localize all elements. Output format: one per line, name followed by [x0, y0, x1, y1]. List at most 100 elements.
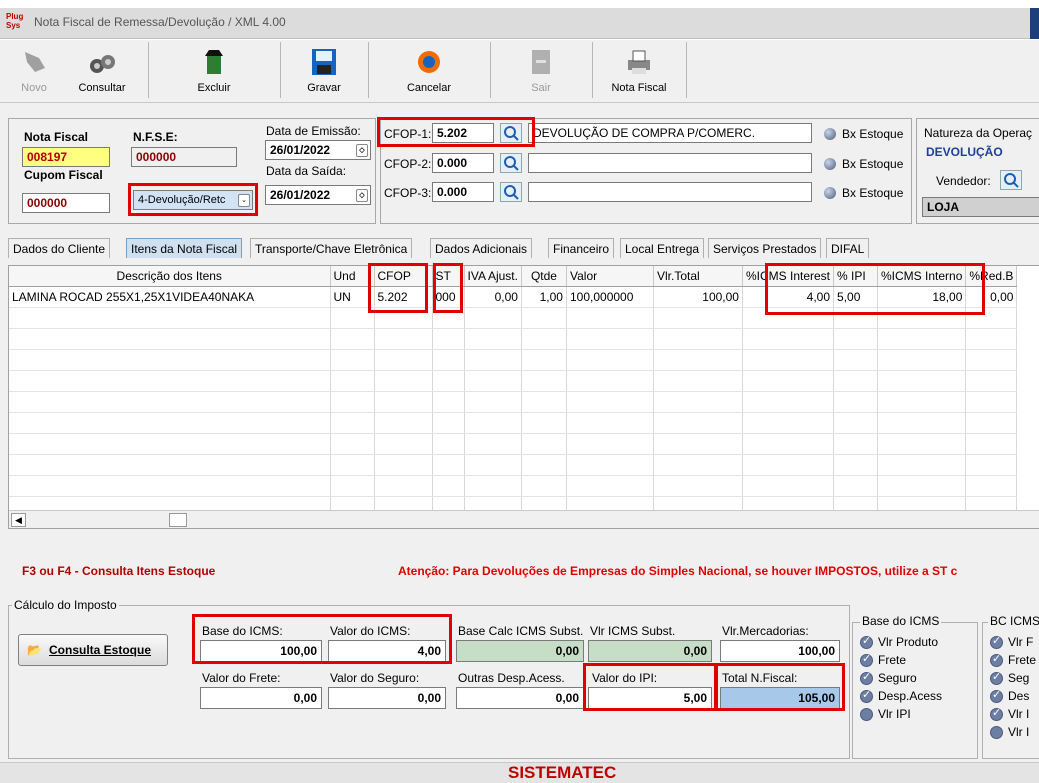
- valor-icms-field[interactable]: 4,00: [328, 640, 446, 662]
- col-header[interactable]: CFOP: [374, 266, 433, 287]
- consulta-estoque-button[interactable]: 📂 Consulta Estoque: [18, 634, 168, 666]
- search-icon[interactable]: [500, 153, 522, 173]
- search-icon[interactable]: [500, 182, 522, 202]
- excluir-button[interactable]: Excluir: [148, 42, 281, 98]
- col-header[interactable]: %ICMS Interno: [877, 266, 967, 287]
- cell[interactable]: 4,00: [742, 286, 835, 308]
- total-nf-field[interactable]: 105,00: [720, 687, 840, 709]
- col-header[interactable]: Vlr.Total: [653, 266, 743, 287]
- cell[interactable]: 18,00: [877, 286, 967, 308]
- tab-financeiro[interactable]: Financeiro: [548, 238, 615, 258]
- outras-desp-field[interactable]: 0,00: [456, 687, 584, 709]
- seguro-check-label: Seguro: [878, 671, 917, 685]
- horizontal-scrollbar[interactable]: ◀: [9, 510, 1039, 528]
- table-row-empty[interactable]: [9, 328, 1018, 350]
- cell[interactable]: 5,00: [833, 286, 879, 308]
- base-subst-field[interactable]: 0,00: [456, 640, 584, 662]
- frete-checkbox[interactable]: [860, 652, 873, 667]
- table-row[interactable]: LAMINA ROCAD 255X1,25X1VIDEA40NAKA UN 5.…: [9, 286, 1018, 308]
- desp-acess-checkbox[interactable]: [860, 688, 873, 703]
- tab-servicos-prestados[interactable]: Serviços Prestados: [708, 238, 822, 258]
- cancelar-button[interactable]: Cancelar: [368, 42, 491, 98]
- nota-fiscal-field[interactable]: 008197: [22, 147, 110, 167]
- col-header[interactable]: Descrição dos Itens: [9, 266, 331, 287]
- total-nf-label: Total N.Fiscal:: [722, 671, 798, 685]
- col-header[interactable]: % IPI: [833, 266, 879, 287]
- tab-itens-nota-fiscal[interactable]: Itens da Nota Fiscal: [126, 238, 243, 258]
- frete-field[interactable]: 0,00: [200, 687, 322, 709]
- bx-estoque-1-radio[interactable]: [824, 128, 836, 140]
- consultar-button[interactable]: Consultar: [56, 42, 149, 98]
- sair-button[interactable]: Sair: [490, 42, 593, 98]
- scroll-left-icon[interactable]: ◀: [11, 513, 26, 527]
- table-row-empty[interactable]: [9, 370, 1018, 392]
- col-header[interactable]: Valor: [566, 266, 654, 287]
- search-icon[interactable]: [1000, 170, 1022, 190]
- date-spinner-icon[interactable]: ◇: [356, 189, 368, 202]
- table-row-empty[interactable]: [9, 475, 1018, 497]
- table-row-empty[interactable]: [9, 454, 1018, 476]
- cell[interactable]: 000: [432, 286, 465, 308]
- vlr-ipi-checkbox[interactable]: [860, 708, 873, 721]
- table-row-empty[interactable]: [9, 307, 1018, 329]
- search-icon[interactable]: [500, 123, 522, 143]
- tab-dados-adicionais[interactable]: Dados Adicionais: [430, 238, 533, 258]
- table-row-empty[interactable]: [9, 433, 1018, 455]
- folder-open-icon: 📂: [27, 643, 42, 657]
- col-header[interactable]: %ICMS Interest: [742, 266, 835, 287]
- cupom-fiscal-field[interactable]: 000000: [22, 193, 110, 213]
- tab-transporte[interactable]: Transporte/Chave Eletrônica: [250, 238, 413, 258]
- tab-difal[interactable]: DIFAL: [826, 238, 870, 258]
- cell[interactable]: 5.202: [374, 286, 433, 308]
- bc-des-checkbox[interactable]: [990, 688, 1003, 703]
- cell[interactable]: 100,000000: [566, 286, 654, 308]
- emissao-date-field[interactable]: 26/01/2022 ◇: [265, 140, 371, 160]
- cfop2-field[interactable]: 0.000: [432, 153, 494, 173]
- cfop1-field[interactable]: 5.202: [432, 123, 494, 143]
- saida-date-field[interactable]: 26/01/2022 ◇: [265, 185, 371, 205]
- base-icms-group-title: Base do ICMS: [860, 614, 942, 628]
- bx-estoque-3-radio[interactable]: [824, 187, 836, 199]
- vlr-subst-field[interactable]: 0,00: [588, 640, 712, 662]
- col-header[interactable]: IVA Ajust.: [464, 266, 522, 287]
- tab-local-entrega[interactable]: Local Entrega: [620, 238, 705, 258]
- table-row-empty[interactable]: [9, 349, 1018, 371]
- cell[interactable]: 0,00: [464, 286, 522, 308]
- date-spinner-icon[interactable]: ◇: [356, 144, 368, 157]
- base-icms-field[interactable]: 100,00: [200, 640, 322, 662]
- vendedor-field[interactable]: LOJA: [922, 197, 1039, 217]
- scrollbar-thumb[interactable]: [169, 513, 187, 527]
- novo-button[interactable]: Novo: [14, 42, 54, 98]
- col-header[interactable]: Qtde: [521, 266, 567, 287]
- col-header[interactable]: %Red.B: [965, 266, 1018, 287]
- nota-fiscal-label: Nota Fiscal: [611, 82, 667, 94]
- nota-fiscal-button[interactable]: Nota Fiscal: [592, 42, 687, 98]
- bc-frete-checkbox[interactable]: [990, 652, 1003, 667]
- cell[interactable]: 1,00: [521, 286, 567, 308]
- valor-ipi-field[interactable]: 5,00: [588, 687, 712, 709]
- nfse-field[interactable]: 000000: [131, 147, 237, 167]
- gravar-button[interactable]: Gravar: [280, 42, 369, 98]
- seguro-checkbox[interactable]: [860, 670, 873, 685]
- bx-estoque-2-radio[interactable]: [824, 158, 836, 170]
- tipo-select[interactable]: 4-Devolução/Retc ⌄: [133, 190, 253, 210]
- col-header[interactable]: Und: [330, 266, 375, 287]
- vlr-mercadorias-field[interactable]: 100,00: [720, 640, 840, 662]
- cell[interactable]: LAMINA ROCAD 255X1,25X1VIDEA40NAKA: [9, 286, 331, 308]
- bc-seg-checkbox[interactable]: [990, 670, 1003, 685]
- cell[interactable]: 100,00: [653, 286, 743, 308]
- seguro-field[interactable]: 0,00: [328, 687, 446, 709]
- vlr-produto-checkbox[interactable]: [860, 634, 873, 649]
- table-row-empty[interactable]: [9, 391, 1018, 413]
- table-row-empty[interactable]: [9, 412, 1018, 434]
- cfop3-field[interactable]: 0.000: [432, 182, 494, 202]
- cell[interactable]: UN: [330, 286, 375, 308]
- tab-dados-cliente[interactable]: Dados do Cliente: [8, 238, 111, 258]
- dropdown-arrow-icon[interactable]: ⌄: [238, 194, 250, 207]
- col-header[interactable]: ST: [432, 266, 465, 287]
- bc-vlr-i-checkbox[interactable]: [990, 706, 1003, 721]
- bc-vlr-f-checkbox[interactable]: [990, 634, 1003, 649]
- binoculars-icon: [90, 55, 115, 73]
- bc-vlr-i2-checkbox[interactable]: [990, 726, 1003, 739]
- cell[interactable]: 0,00: [965, 286, 1018, 308]
